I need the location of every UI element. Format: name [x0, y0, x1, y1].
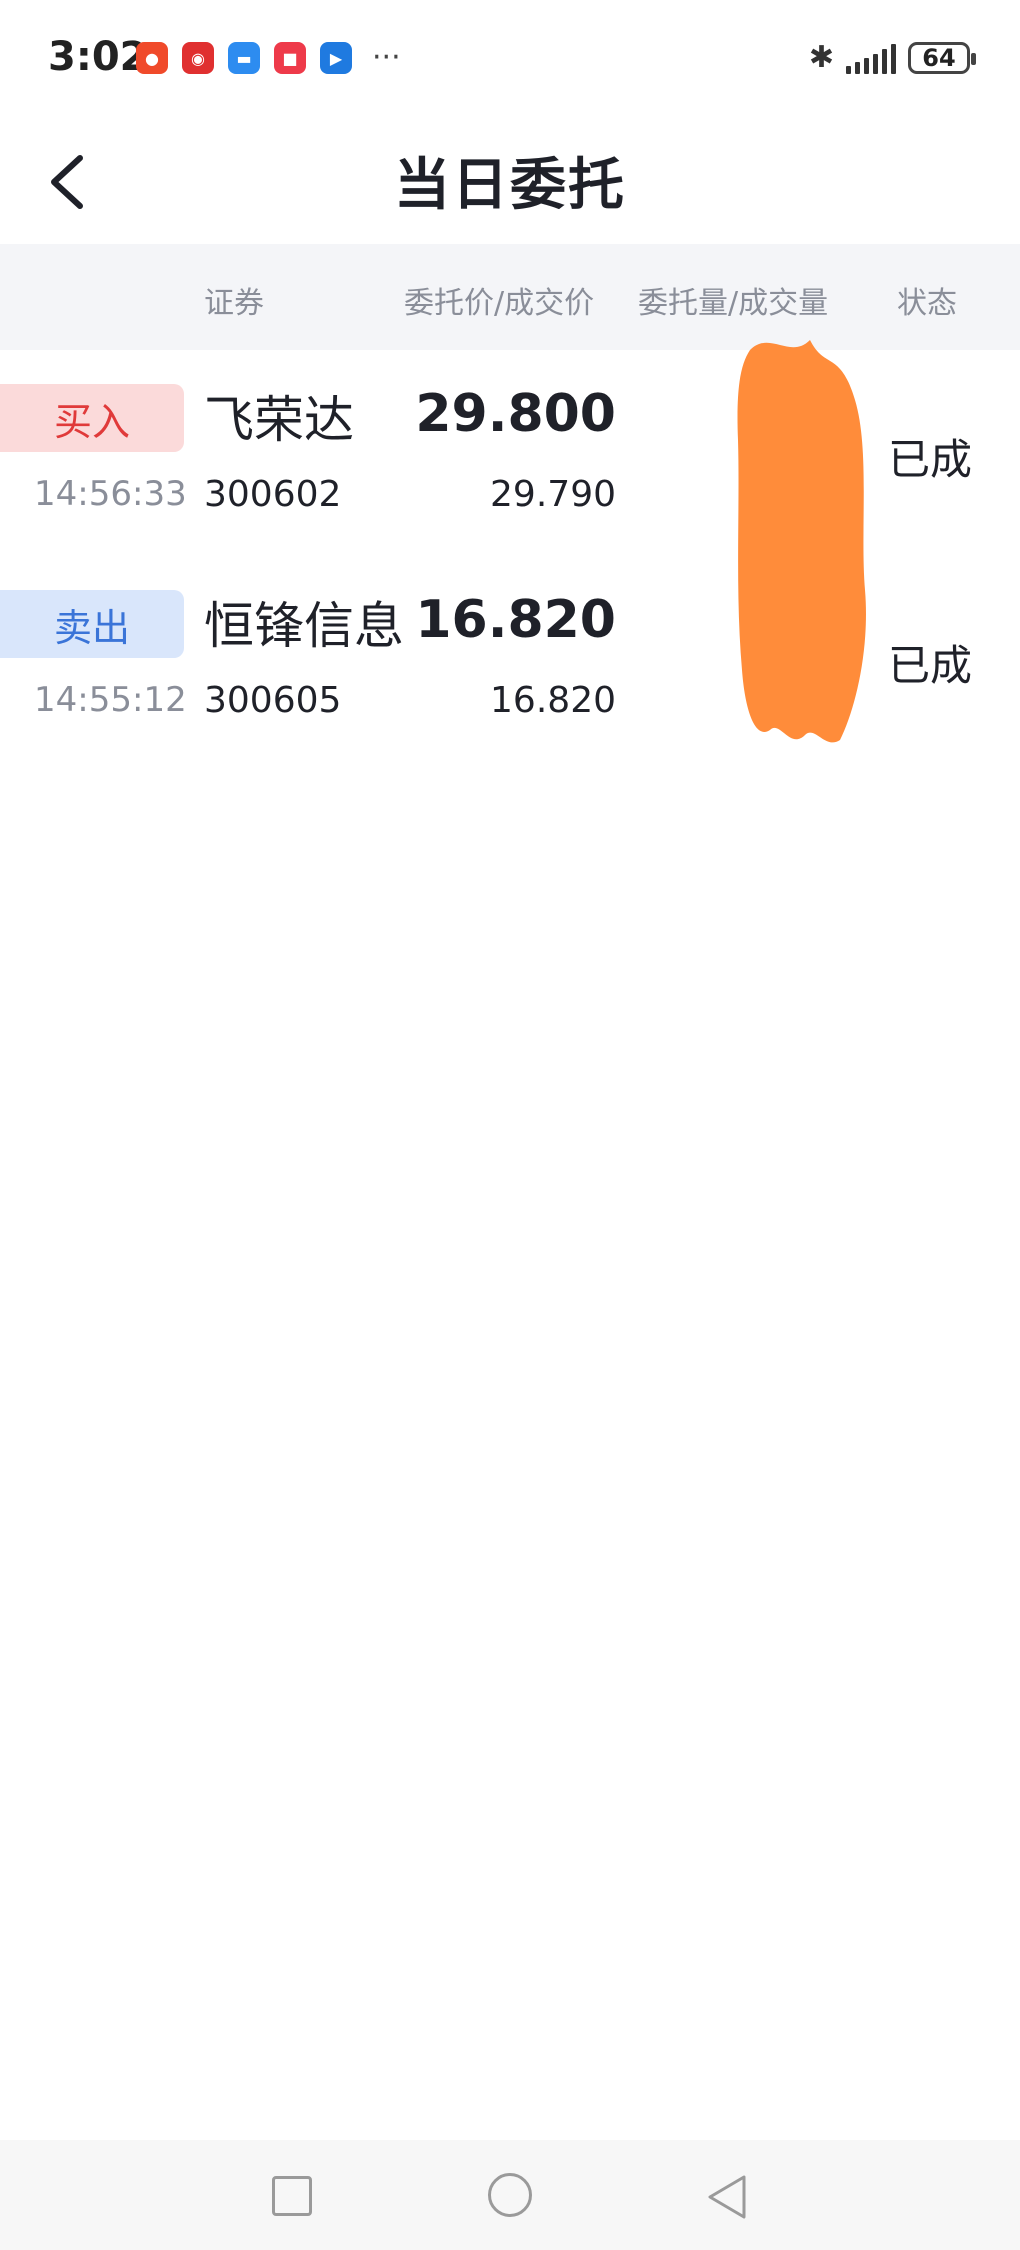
header-price: 委托价/成交价: [404, 286, 595, 321]
redaction-scribble: [737, 340, 866, 743]
deal-price: 16.820: [490, 680, 616, 721]
stock-code: 300602: [204, 474, 342, 515]
system-navigation-bar: [0, 2140, 1020, 2250]
nav-bar: 当日委托: [0, 120, 1020, 244]
stock-name: 恒锋信息: [204, 597, 404, 655]
order-time: 14:56:33: [34, 474, 187, 514]
notification-icons: ● ◉ ▬ ■ ▶ ···: [136, 42, 401, 74]
entrust-price: 16.820: [415, 590, 616, 650]
order-time: 14:55:12: [34, 680, 187, 720]
deal-price: 29.790: [490, 474, 616, 515]
signal-icon: [846, 42, 896, 74]
recent-apps-icon[interactable]: [272, 2176, 312, 2216]
header-volume: 委托量/成交量: [638, 286, 829, 321]
app-icon-1: ●: [136, 42, 168, 74]
stock-name: 飞荣达: [204, 391, 354, 449]
order-status: 已成: [888, 435, 973, 484]
header-status: 状态: [897, 286, 957, 321]
side-badge-buy: 买入: [0, 384, 184, 452]
entrust-price: 29.800: [415, 384, 616, 444]
page-title: 当日委托: [394, 153, 626, 218]
home-icon[interactable]: [488, 2173, 532, 2217]
order-status: 已成: [888, 641, 973, 690]
message-icon: ▬: [228, 42, 260, 74]
system-icons: ✱ 64: [808, 40, 976, 75]
side-badge-sell: 卖出: [0, 590, 184, 658]
status-time: 3:02: [48, 34, 148, 80]
app-icon-5: ▶: [320, 42, 352, 74]
bluetooth-icon: ✱: [808, 40, 834, 75]
stock-code: 300605: [204, 680, 342, 721]
more-notifications-icon: ···: [372, 40, 401, 75]
app-icon-4: ■: [274, 42, 306, 74]
status-bar: 3:02 ● ◉ ▬ ■ ▶ ··· ✱ 64: [0, 0, 1020, 120]
app-icon-2: ◉: [182, 42, 214, 74]
battery-icon: 64: [908, 41, 976, 74]
system-back-icon[interactable]: [704, 2172, 748, 2222]
header-security: 证券: [204, 286, 264, 321]
